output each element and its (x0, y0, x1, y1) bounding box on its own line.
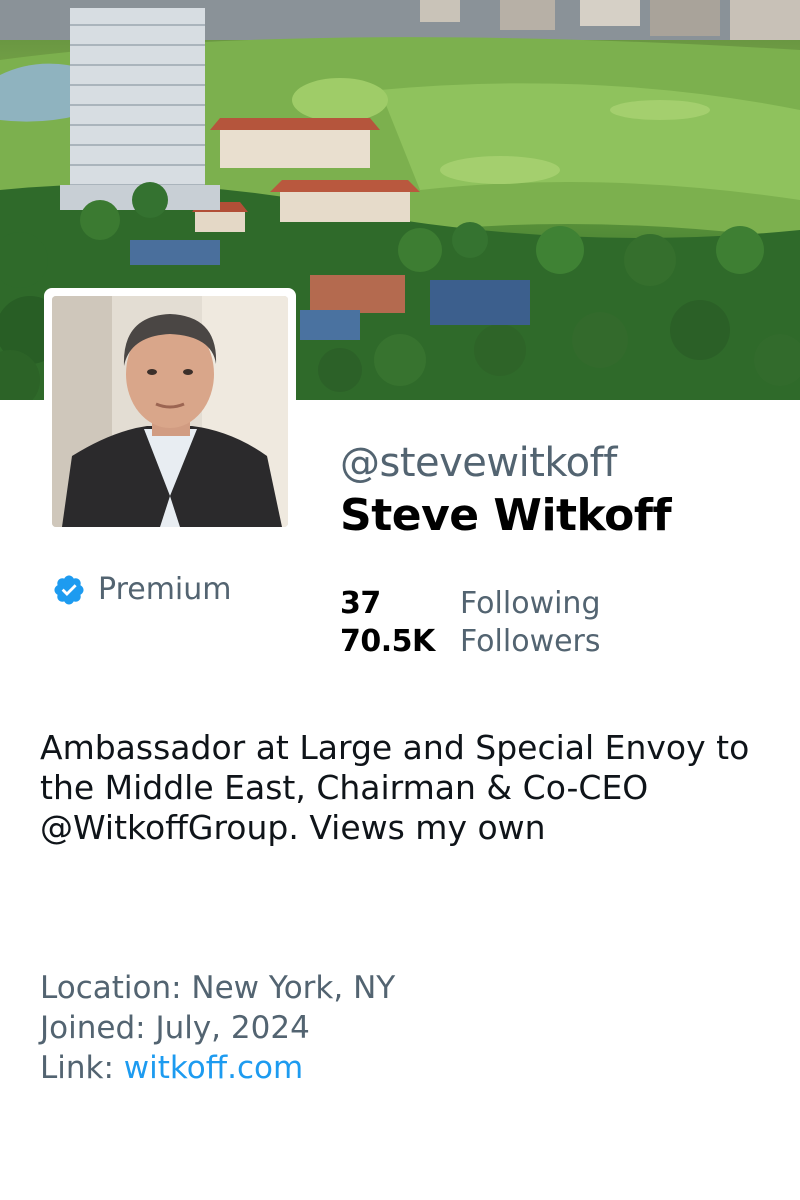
joined-label: Joined: (40, 1010, 146, 1046)
followers-label[interactable]: Followers (460, 624, 601, 660)
avatar[interactable] (52, 296, 288, 527)
link-label: Link: (40, 1050, 114, 1086)
following-count[interactable]: 37 (340, 586, 460, 622)
followers-count[interactable]: 70.5K (340, 624, 460, 660)
profile-display-name: Steve Witkoff (340, 490, 672, 541)
profile-link[interactable]: witkoff.com (124, 1050, 303, 1086)
profile-bio: Ambassador at Large and Special Envoy to… (40, 728, 750, 847)
premium-badge[interactable]: Premium (52, 572, 232, 607)
location-label: Location: (40, 970, 182, 1006)
profile-handle: @stevewitkoff (340, 440, 617, 486)
profile-meta: Location: New York, NY Joined: July, 202… (40, 968, 395, 1088)
location-value: New York, NY (191, 970, 396, 1006)
avatar-frame[interactable] (44, 288, 296, 534)
link-row: Link: witkoff.com (40, 1048, 395, 1088)
following-label[interactable]: Following (460, 586, 601, 622)
premium-label: Premium (98, 572, 232, 607)
avatar-photo (52, 296, 288, 527)
joined-row: Joined: July, 2024 (40, 1008, 395, 1048)
verified-badge-icon (54, 574, 84, 605)
joined-value: July, 2024 (155, 1010, 310, 1046)
location-row: Location: New York, NY (40, 968, 395, 1008)
profile-stats: 37 Following 70.5K Followers (340, 586, 601, 660)
